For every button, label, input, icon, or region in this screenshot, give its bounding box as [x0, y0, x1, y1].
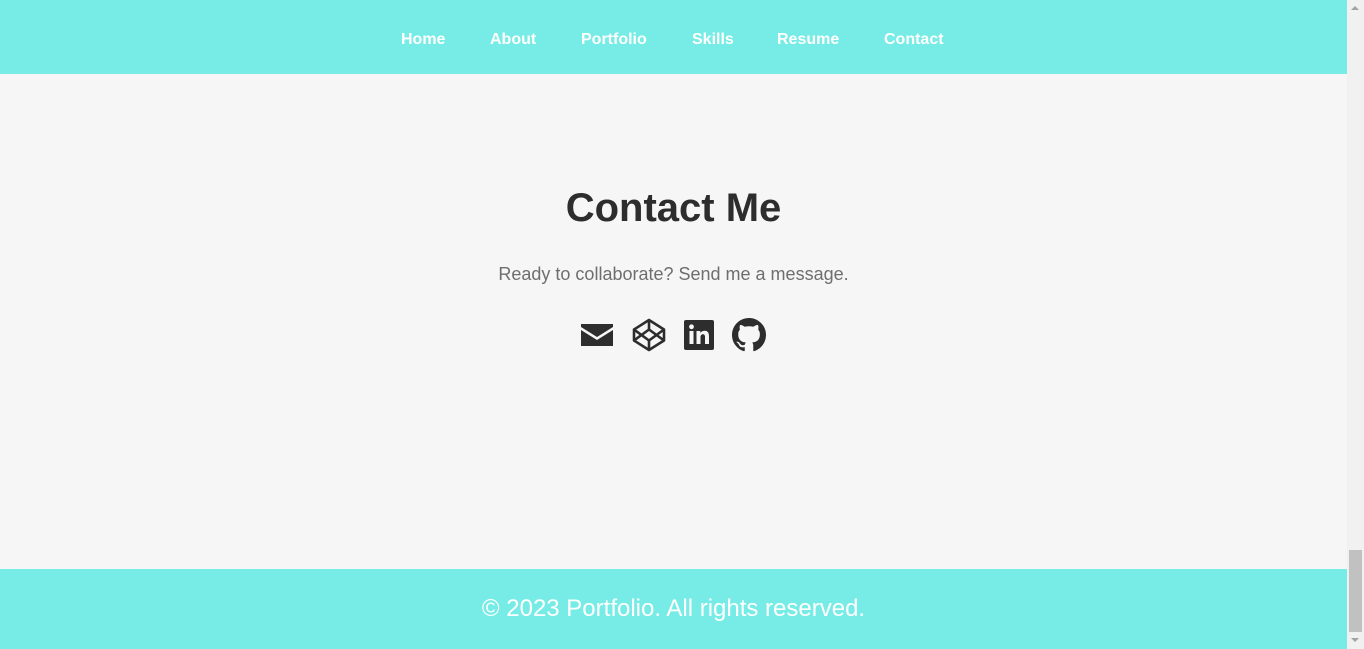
navbar: Home About Portfolio Skills Resume Conta…: [0, 0, 1347, 74]
envelope-icon[interactable]: [580, 318, 614, 352]
linkedin-icon[interactable]: [682, 318, 716, 352]
codepen-icon[interactable]: [632, 318, 666, 352]
nav-link-about[interactable]: About: [490, 30, 536, 50]
footer-copyright: © 2023 Portfolio. All rights reserved.: [481, 595, 866, 622]
contact-section: Contact Me Ready to collaborate? Send me…: [0, 74, 1347, 569]
scrollbar-thumb[interactable]: [1349, 550, 1362, 632]
nav-link-resume[interactable]: Resume: [777, 30, 839, 50]
vertical-scrollbar[interactable]: [1347, 0, 1364, 649]
contact-title: Contact Me: [565, 186, 782, 230]
github-icon[interactable]: [732, 318, 766, 352]
nav-link-portfolio[interactable]: Portfolio: [581, 30, 647, 50]
page: Home About Portfolio Skills Resume Conta…: [0, 0, 1347, 649]
nav-link-home[interactable]: Home: [401, 30, 445, 50]
scroll-down-arrow-icon[interactable]: [1351, 638, 1359, 642]
nav-link-contact[interactable]: Contact: [884, 30, 944, 50]
nav-link-skills[interactable]: Skills: [692, 30, 734, 50]
scroll-up-arrow-icon[interactable]: [1351, 6, 1359, 10]
footer: © 2023 Portfolio. All rights reserved.: [0, 569, 1347, 649]
contact-subtitle: Ready to collaborate? Send me a message.: [498, 264, 849, 284]
